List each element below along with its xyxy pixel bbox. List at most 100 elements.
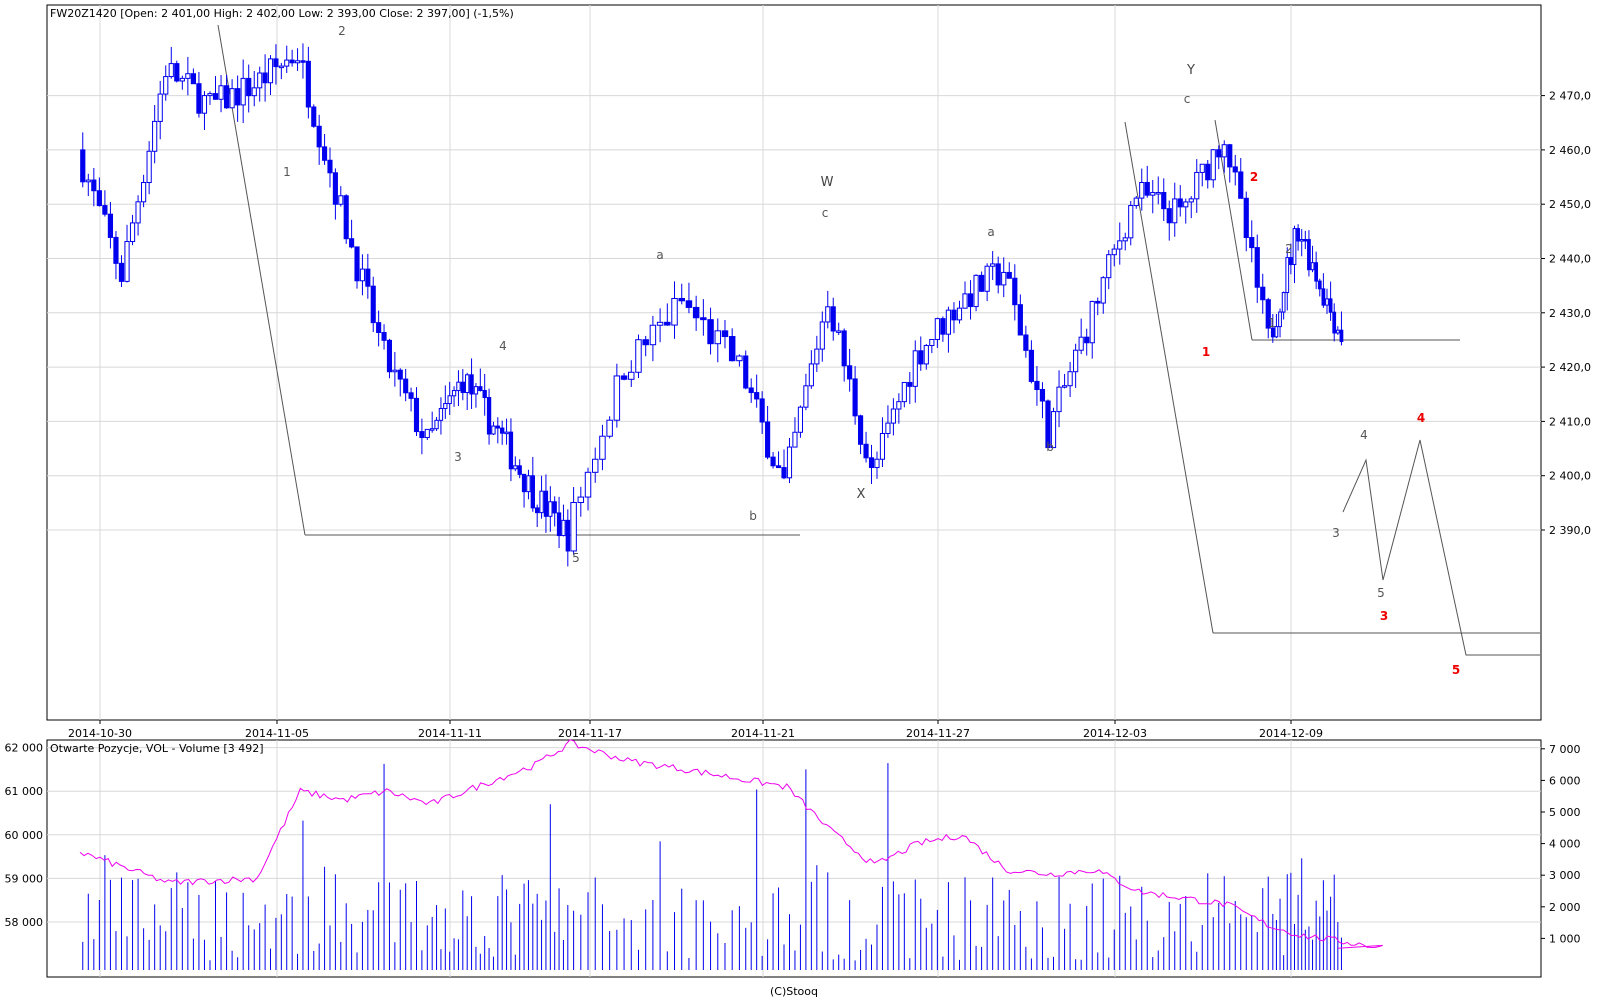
candle-down xyxy=(246,77,252,97)
volume-tick-label: 6 000 xyxy=(1549,774,1581,787)
candle-down xyxy=(1288,257,1293,266)
candle-down xyxy=(1238,171,1244,199)
candle-down xyxy=(748,387,754,394)
candle-down xyxy=(1243,197,1249,239)
candle-down xyxy=(1321,288,1326,306)
candle-up xyxy=(584,471,592,498)
candle-down xyxy=(508,431,514,470)
candle-up xyxy=(359,268,365,282)
candle-up xyxy=(451,390,457,397)
candle-down xyxy=(852,378,858,417)
candle-down xyxy=(91,179,97,192)
candle-down xyxy=(500,427,505,434)
candle-down xyxy=(327,159,333,174)
candle-up xyxy=(934,318,940,340)
candle-down xyxy=(482,389,487,399)
candle-up xyxy=(1056,386,1062,413)
candle-up xyxy=(229,88,235,109)
wave-label: X xyxy=(857,487,866,502)
candle-down xyxy=(1303,239,1308,242)
candle-up xyxy=(207,93,213,97)
oi-tick-label: 61 000 xyxy=(5,785,44,798)
candle-down xyxy=(354,246,360,282)
candle-up xyxy=(1325,298,1329,306)
candle-down xyxy=(370,285,376,324)
candle-down xyxy=(460,381,465,394)
candle-up xyxy=(874,458,880,469)
candle-up xyxy=(135,201,141,224)
candle-up xyxy=(635,339,642,373)
candle-down xyxy=(113,236,119,264)
candle-down xyxy=(1260,286,1266,301)
candle-down xyxy=(1249,237,1255,249)
candle-down xyxy=(918,350,924,365)
candle-down xyxy=(721,330,729,338)
candle-up xyxy=(1310,262,1315,271)
candle-up xyxy=(284,59,290,67)
candle-up xyxy=(1128,205,1134,239)
candle-down xyxy=(765,421,771,458)
candle-up xyxy=(797,406,803,433)
candle-down xyxy=(847,365,853,380)
candle-down xyxy=(102,205,108,215)
candle-down xyxy=(1166,208,1172,224)
candle-down xyxy=(1317,280,1322,290)
candle-down xyxy=(235,88,241,106)
date-tick-label: 2014-12-03 xyxy=(1083,727,1147,740)
candle-up xyxy=(1139,181,1145,199)
candle-up xyxy=(141,182,147,203)
candle-down xyxy=(190,73,196,85)
candle-up xyxy=(901,381,907,403)
wave-label: 4 xyxy=(499,339,507,353)
candle-up xyxy=(438,408,444,421)
chart-canvas: 12345abcWXabcY1212345345 2 390,02 400,02… xyxy=(5,4,1591,998)
candle-up xyxy=(163,76,169,95)
candle-up xyxy=(1278,311,1282,328)
price-tick-label: 2 410,0 xyxy=(1549,415,1591,428)
volume-tick-label: 4 000 xyxy=(1549,838,1581,851)
candle-up xyxy=(1100,277,1106,304)
candle-up xyxy=(803,385,809,408)
wave-label: 1 xyxy=(1268,316,1276,330)
candle-up xyxy=(338,195,344,205)
candle-up xyxy=(599,435,606,460)
candle-up xyxy=(1281,292,1286,313)
candle-up xyxy=(1188,198,1194,203)
candle-up xyxy=(808,363,814,387)
candle-down xyxy=(530,475,535,509)
price-panel xyxy=(46,4,1542,721)
candle-down xyxy=(775,465,782,469)
candle-down xyxy=(1017,304,1023,336)
candle-up xyxy=(923,345,929,365)
candle-up xyxy=(1292,228,1297,266)
wave-label: c xyxy=(822,206,829,220)
date-tick-label: 2014-11-17 xyxy=(558,727,622,740)
candle-down xyxy=(841,330,847,367)
candle-up xyxy=(606,419,613,437)
candle-down xyxy=(1227,144,1233,168)
candle-down xyxy=(754,392,760,400)
candle-up xyxy=(1172,198,1178,224)
candle-down xyxy=(403,378,409,394)
candle-up xyxy=(792,431,798,448)
candle-down xyxy=(979,274,985,292)
candle-up xyxy=(990,263,996,267)
oi-tick-label: 62 000 xyxy=(5,742,44,755)
candle-down xyxy=(868,457,875,469)
candle-down xyxy=(830,306,836,332)
candle-up xyxy=(1122,237,1128,242)
candle-up xyxy=(548,501,553,517)
candle-down xyxy=(1328,298,1333,313)
candle-down xyxy=(556,512,562,537)
candle-up xyxy=(1089,300,1095,344)
candle-up xyxy=(1001,271,1007,286)
candle-up xyxy=(201,95,208,114)
candle-up xyxy=(1335,329,1340,334)
candle-up xyxy=(956,307,963,321)
candle-up xyxy=(1111,248,1117,256)
candle-up xyxy=(465,374,470,394)
candle-up xyxy=(473,386,479,395)
candle-down xyxy=(1095,300,1101,304)
candle-down xyxy=(376,322,382,334)
candle-up xyxy=(1117,240,1123,250)
